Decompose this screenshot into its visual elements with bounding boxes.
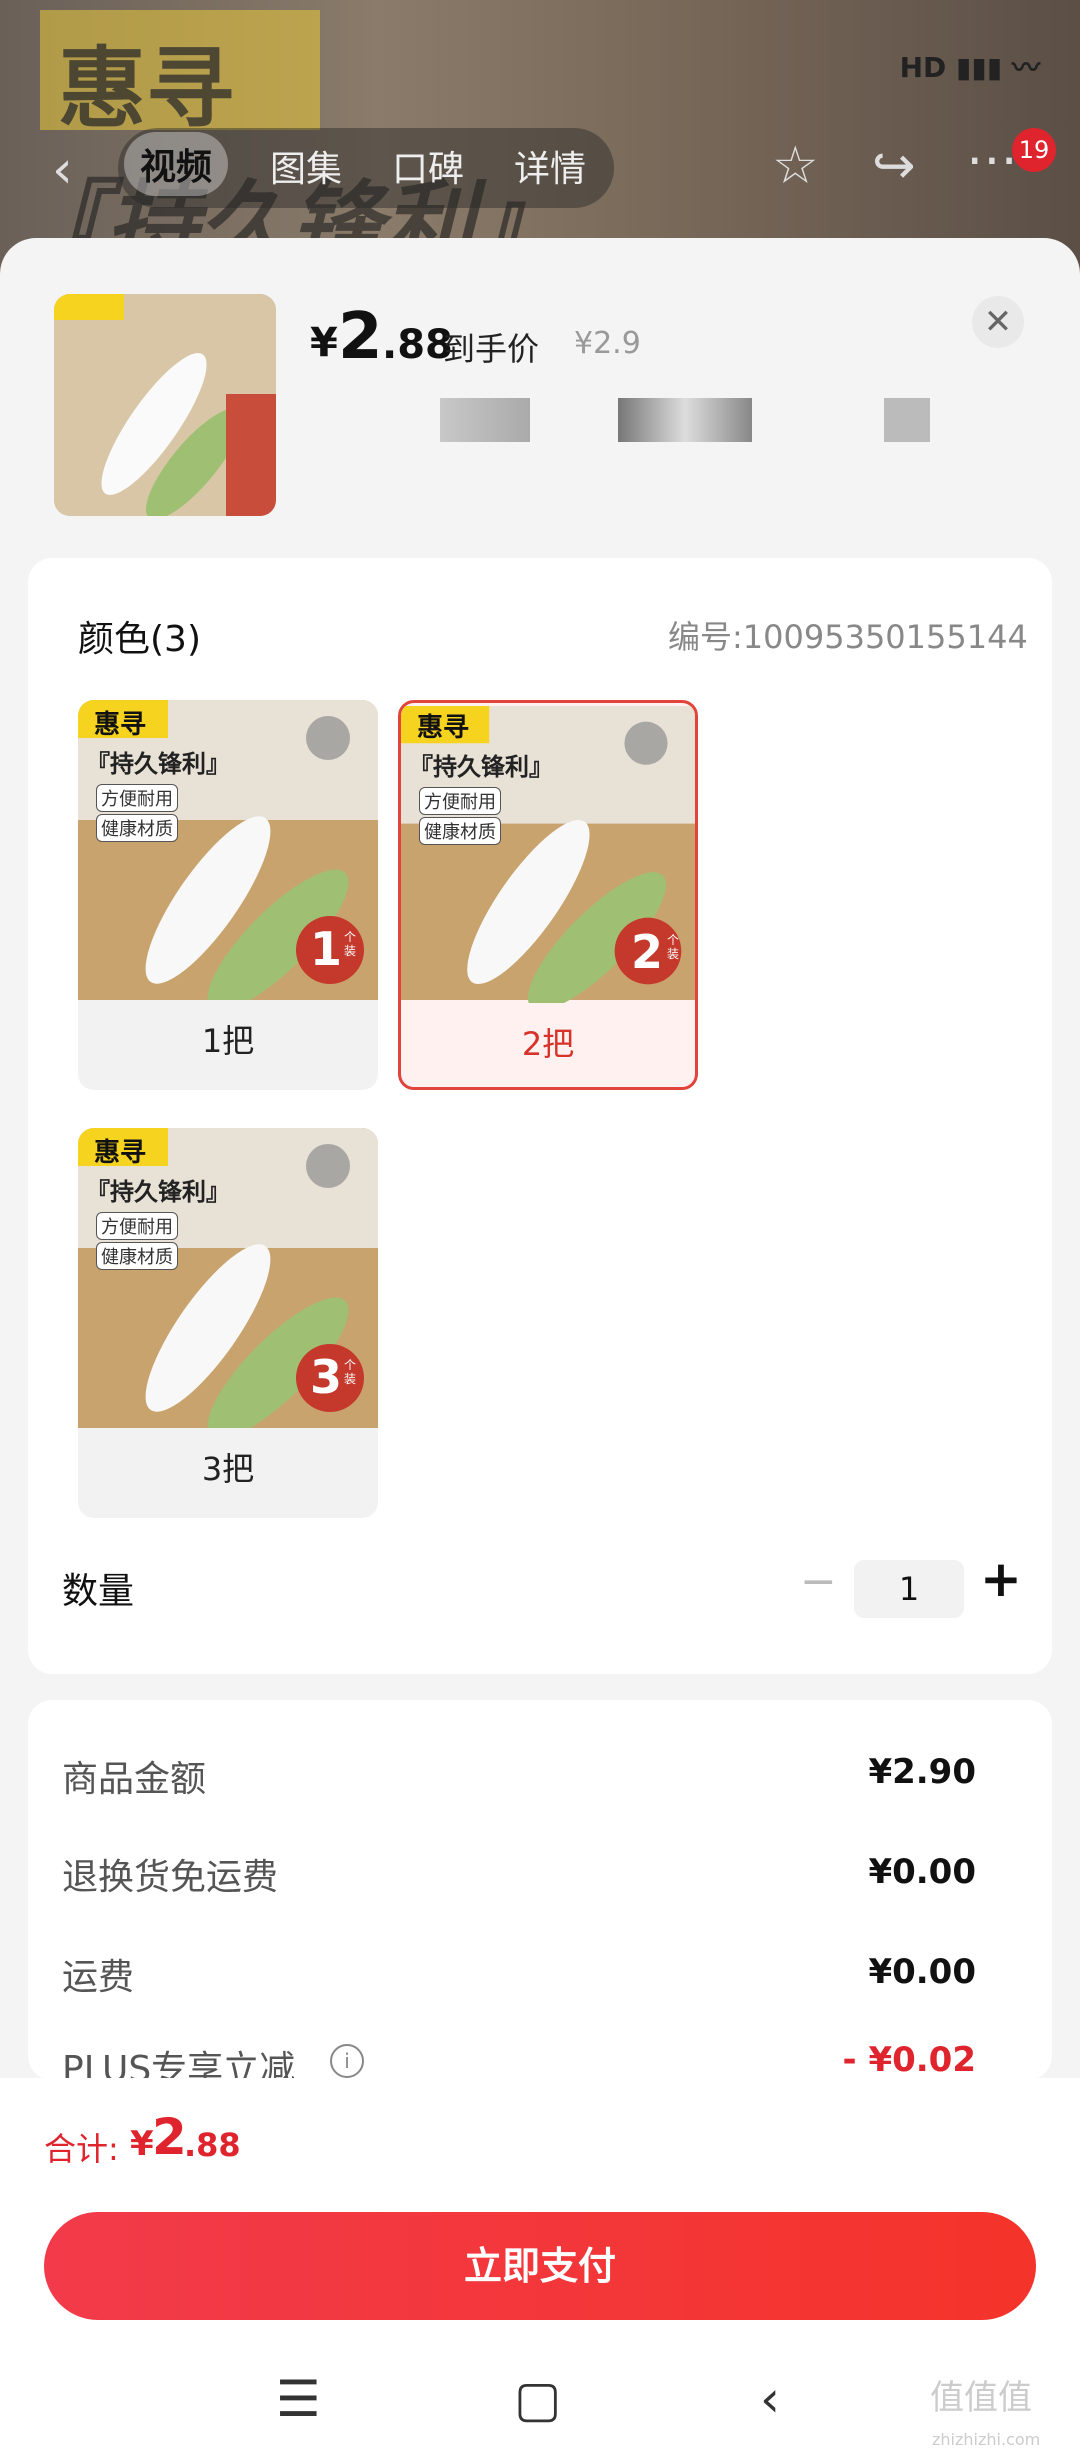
home-icon[interactable]: ▢: [514, 2370, 561, 2428]
product-thumbnail[interactable]: [54, 294, 276, 516]
sku-slogan-text: 『持久锋利』: [86, 750, 230, 778]
total-label: 合计:: [44, 2130, 119, 2168]
tab-gallery[interactable]: 图集: [270, 140, 342, 192]
hero-brand-text: 惠寻: [58, 37, 235, 140]
blurred-text: [884, 398, 930, 442]
sku-count-number: 3: [310, 1350, 343, 1404]
sku-section-title: 颜色(3): [78, 619, 201, 660]
fee-label-return: 退换货免运费: [62, 1857, 279, 1898]
tab-reviews[interactable]: 口碑: [392, 140, 464, 192]
sku-count-number: 2: [631, 925, 664, 979]
info-icon[interactable]: i: [330, 2044, 364, 2078]
total-decimal: .88: [184, 2126, 241, 2164]
sku-brand-text: 惠寻: [94, 710, 147, 740]
sku-tag: 健康材质: [96, 814, 178, 842]
fee-label-shipping: 运费: [62, 1957, 135, 1998]
fee-value-shipping: ¥0.00: [868, 1952, 976, 1992]
pay-now-button[interactable]: 立即支付: [44, 2212, 1036, 2320]
sku-option-3[interactable]: 惠寻 『持久锋利』 方便耐用 健康材质 3 个装 3把: [78, 1128, 378, 1518]
original-price: ¥2.9: [574, 326, 641, 361]
watermark: 值值值: [930, 2378, 1032, 2418]
sku-tag: 方便耐用: [419, 787, 501, 815]
sku-number: 编号:10095350155144: [668, 618, 1028, 656]
message-badge: 19: [1012, 128, 1056, 172]
sku-count-unit: 个装: [344, 930, 357, 958]
star-icon[interactable]: ☆: [772, 136, 819, 196]
back-nav-icon[interactable]: ‹: [760, 2370, 780, 2428]
sku-slogan-text: 『持久锋利』: [409, 753, 553, 781]
sku-option-label: 3把: [201, 1450, 255, 1488]
watermark-url: zhizhizhi.com: [932, 2430, 1041, 2449]
quantity-plus-button[interactable]: +: [980, 1550, 1022, 1608]
sku-brand-text: 惠寻: [94, 1138, 147, 1168]
price-integer: 2: [338, 300, 383, 374]
blurred-text: [440, 398, 530, 442]
plus-discount-value: - ¥0.02: [842, 2040, 977, 2080]
more-icon[interactable]: ⋯: [966, 130, 1018, 190]
sku-tag: 健康材质: [96, 1242, 178, 1270]
status-bar-icons: HD ▮▮▮ 〰: [899, 51, 1040, 84]
sku-count-unit: 个装: [667, 933, 680, 961]
quantity-title: 数量: [62, 1571, 135, 1612]
fee-value-goods: ¥2.90: [868, 1752, 976, 1792]
fee-value-return: ¥0.00: [868, 1852, 976, 1892]
close-button[interactable]: ✕: [972, 296, 1024, 348]
sku-tag: 健康材质: [419, 817, 501, 845]
total-integer: 2: [152, 2108, 187, 2166]
sku-count-number: 1: [310, 922, 343, 976]
quantity-minus-button[interactable]: −: [800, 1556, 837, 1607]
sku-option-label: 2把: [521, 1025, 575, 1063]
quantity-input[interactable]: 1: [854, 1560, 964, 1618]
sku-count-unit: 个装: [344, 1358, 357, 1386]
sku-slogan-text: 『持久锋利』: [86, 1178, 230, 1206]
peeler-thumbnail-image: [54, 294, 276, 516]
total-symbol: ¥: [130, 2124, 154, 2164]
price-label: 到手价: [443, 330, 540, 368]
blurred-text: [618, 398, 752, 442]
price-symbol: ¥: [310, 320, 338, 366]
sku-option-label: 1把: [201, 1022, 255, 1060]
sku-option-1[interactable]: 惠寻 『持久锋利』 方便耐用 健康材质 1 个装 1把: [78, 700, 378, 1090]
sku-tag: 方便耐用: [96, 1212, 178, 1240]
sku-option-2[interactable]: 惠寻 『持久锋利』 方便耐用 健康材质 2 个装 2把: [398, 700, 698, 1090]
tab-video[interactable]: 视频: [124, 132, 229, 196]
share-icon[interactable]: ↪: [872, 136, 916, 196]
tab-details[interactable]: 详情: [514, 140, 586, 192]
sku-brand-text: 惠寻: [417, 713, 470, 743]
menu-icon[interactable]: ☰: [276, 2370, 321, 2428]
sku-tag: 方便耐用: [96, 784, 178, 812]
back-icon[interactable]: ‹: [52, 140, 73, 200]
fee-label-goods: 商品金额: [62, 1759, 207, 1800]
